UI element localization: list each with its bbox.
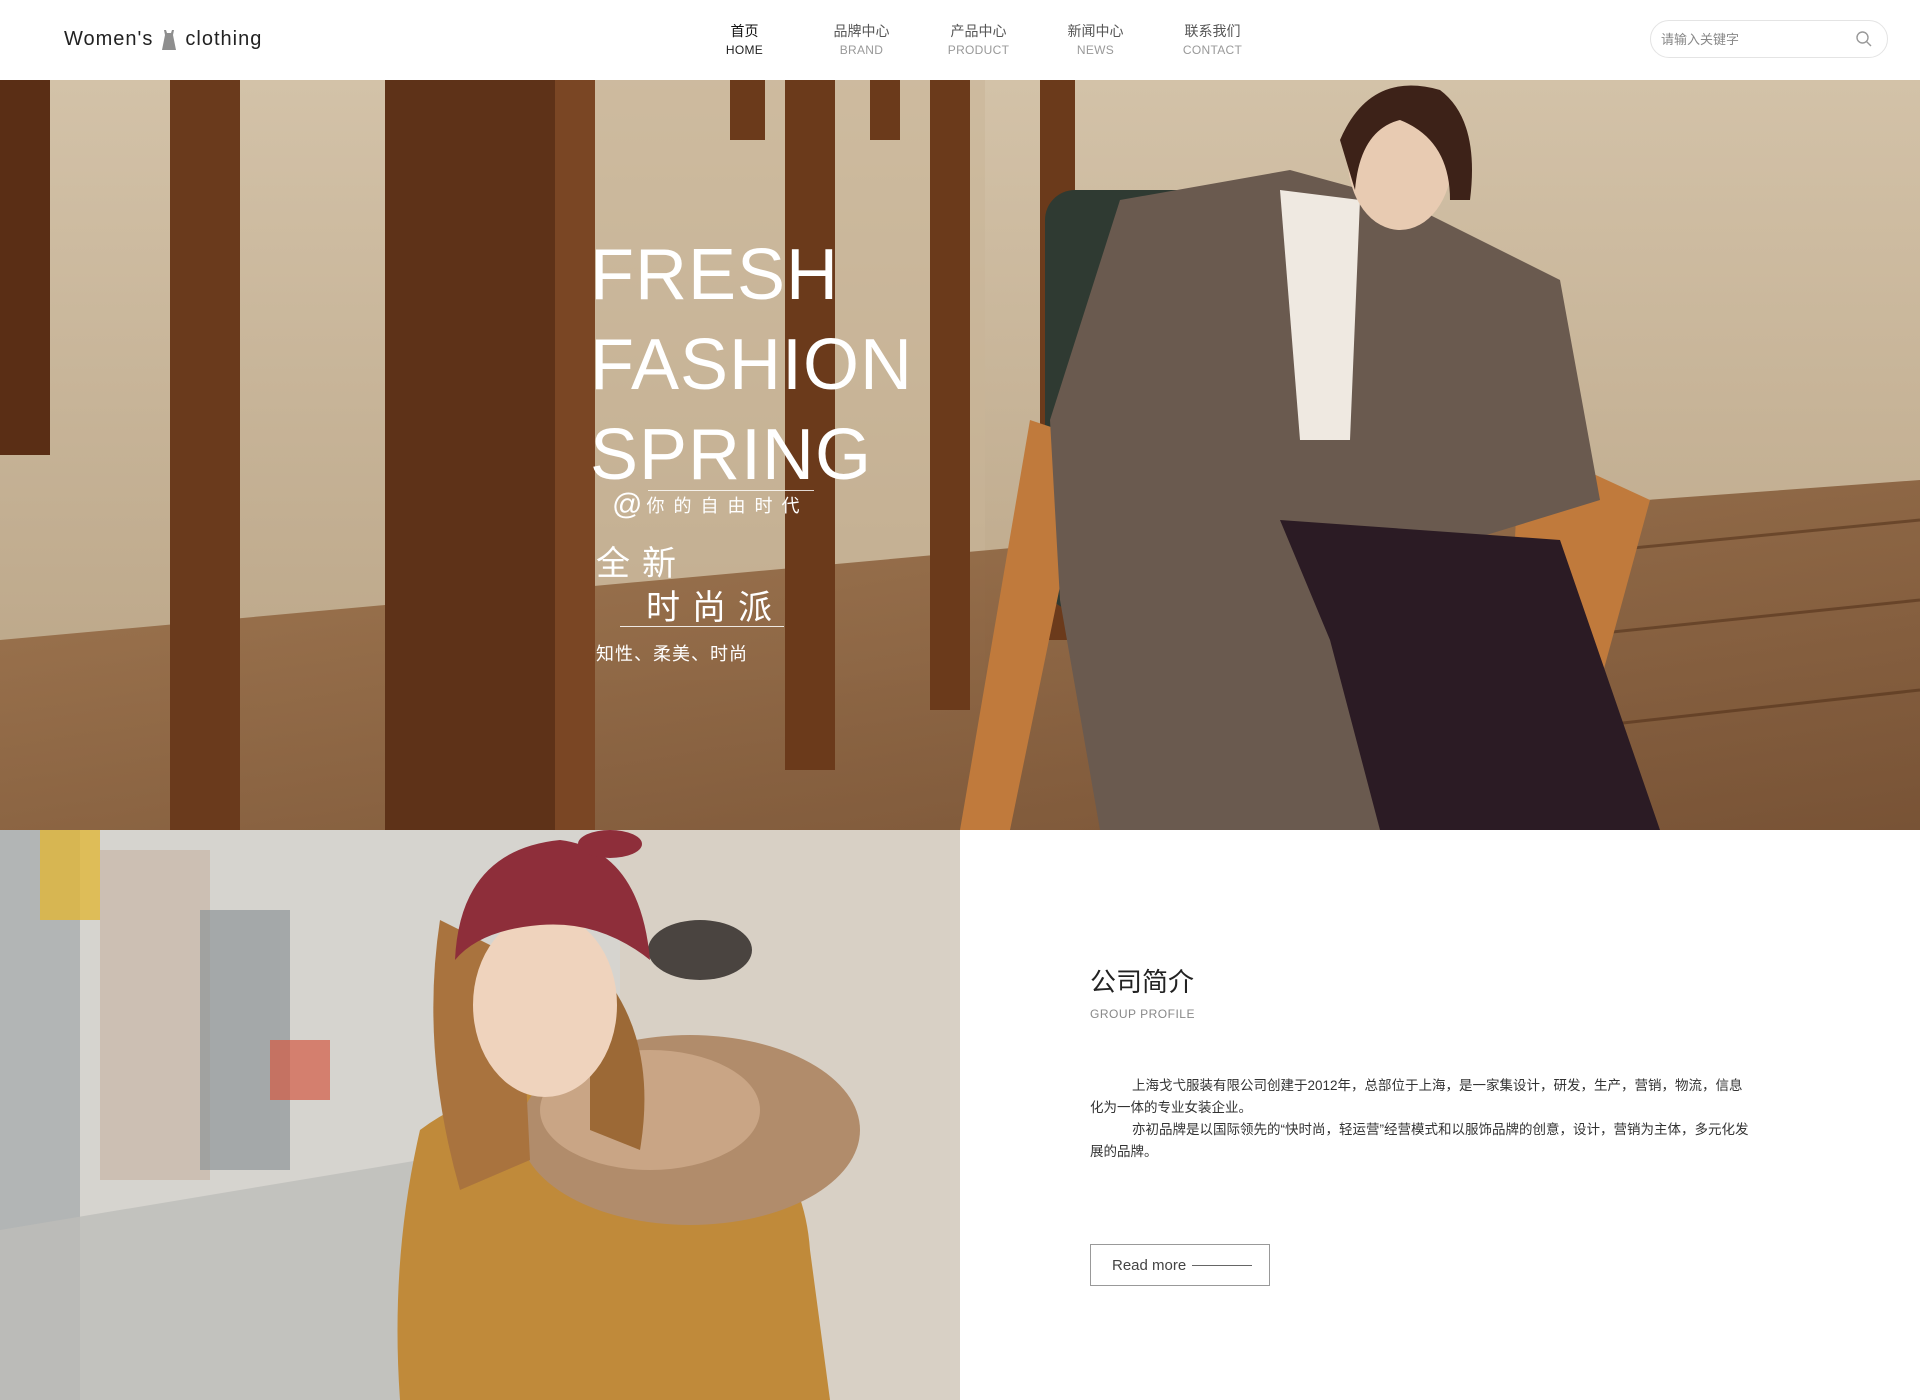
profile-paragraph: 上海戈弋服装有限公司创建于2012年，总部位于上海，是一家集设计，研发，生产，营… <box>1090 1078 1743 1115</box>
nav-label: 首页 <box>730 23 759 39</box>
hero-photo <box>0 80 1920 830</box>
nav-sublabel: NEWS <box>1076 43 1115 57</box>
hero-line-1: FRESH <box>590 235 840 315</box>
hero-keywords: 知性、柔美、时尚 <box>596 644 748 664</box>
nav-sublabel: HOME <box>725 43 764 57</box>
profile-photo <box>0 830 960 1400</box>
nav-label: 联系我们 <box>1184 23 1241 39</box>
at-symbol: @ <box>612 488 643 521</box>
nav-label: 品牌中心 <box>833 23 890 39</box>
site-header: Women's clothing 首页 HOME 品牌中心 BRAND 产品中心… <box>0 0 1920 80</box>
profile-body: 上海戈弋服装有限公司创建于2012年，总部位于上海，是一家集设计，研发，生产，营… <box>1090 1075 1750 1163</box>
nav-sublabel: BRAND <box>839 43 884 57</box>
hero-line-3: SPRING <box>590 415 873 495</box>
hero-sub-text: 你的自由时代 <box>646 496 809 516</box>
hero-banner: FRESH FASHION SPRING @ 你的自由时代 全新 时尚派 知性、… <box>0 80 1920 830</box>
nav-item-home[interactable]: 首页 HOME <box>686 0 803 80</box>
nav-item-product[interactable]: 产品中心 PRODUCT <box>920 0 1037 80</box>
search-icon[interactable] <box>1855 30 1873 48</box>
nav-item-news[interactable]: 新闻中心 NEWS <box>1037 0 1154 80</box>
search-input[interactable] <box>1661 31 1855 47</box>
nav-item-brand[interactable]: 品牌中心 BRAND <box>803 0 920 80</box>
main-nav: 首页 HOME 品牌中心 BRAND 产品中心 PRODUCT 新闻中心 NEW… <box>686 0 1271 80</box>
profile-subtitle: GROUP PROFILE <box>1090 1007 1195 1021</box>
hero-cn-rule <box>620 626 784 627</box>
hero-cn-line-2: 时尚派 <box>646 589 784 627</box>
search-box <box>1650 20 1888 58</box>
read-more-line <box>1192 1264 1253 1266</box>
nav-sublabel: CONTACT <box>1182 43 1243 57</box>
nav-label: 新闻中心 <box>1067 23 1124 39</box>
hero-tagline-row: @ 你的自由时代 <box>612 488 814 522</box>
logo-text-left: Women's <box>64 28 154 50</box>
nav-item-contact[interactable]: 联系我们 CONTACT <box>1154 0 1271 80</box>
hero-copy: FRESH FASHION SPRING <box>590 230 913 500</box>
nav-sublabel: PRODUCT <box>947 43 1010 57</box>
site-logo[interactable]: Women's clothing <box>64 28 262 51</box>
read-more-button[interactable]: Read more <box>1090 1244 1270 1286</box>
hero-sub-rule <box>648 490 814 491</box>
hero-cn-line-1: 全新 <box>596 545 688 583</box>
company-profile: 公司简介 GROUP PROFILE 上海戈弋服装有限公司创建于2012年，总部… <box>1090 962 1750 1286</box>
profile-paragraph: 亦初品牌是以国际领先的“快时尚，轻运营”经营模式和以服饰品牌的创意，设计，营销为… <box>1090 1122 1749 1159</box>
dress-icon <box>159 29 179 51</box>
profile-title: 公司简介 <box>1090 967 1195 997</box>
nav-label: 产品中心 <box>950 23 1007 39</box>
logo-text-right: clothing <box>185 28 263 50</box>
hero-line-2: FASHION <box>590 325 914 405</box>
read-more-label: Read more <box>1112 1256 1187 1274</box>
